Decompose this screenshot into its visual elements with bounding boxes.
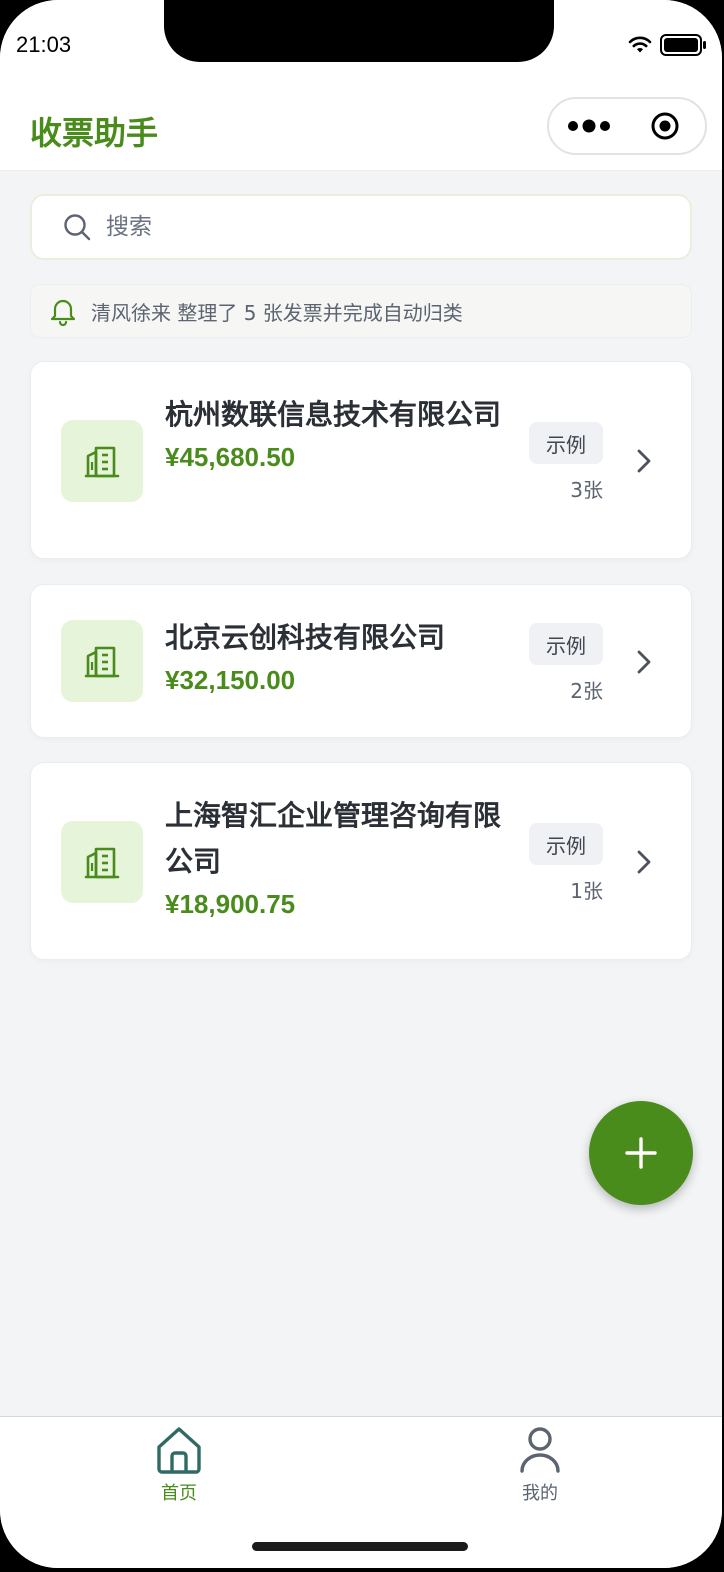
notch xyxy=(164,0,554,62)
invoice-count: 3张 xyxy=(570,478,603,502)
status-icons xyxy=(628,34,708,56)
home-indicator xyxy=(252,1542,468,1551)
company-card[interactable]: 北京云创科技有限公司 ¥32,150.00 示例 2张 xyxy=(30,584,692,738)
add-invoice-button[interactable] xyxy=(589,1101,693,1205)
bell-icon xyxy=(50,299,76,326)
building-icon xyxy=(84,847,120,879)
chevron-right-icon xyxy=(637,449,651,473)
wifi-icon xyxy=(628,36,652,53)
company-icon-box xyxy=(61,420,143,502)
invoice-count: 2张 xyxy=(570,679,603,703)
notice-text: 清风徐来 整理了 5 张发票并完成自动归类 xyxy=(91,300,463,325)
status-bar: 21:03 xyxy=(0,0,722,84)
nav-bar: 收票助手 xyxy=(0,84,722,171)
status-time: 21:03 xyxy=(16,32,72,57)
company-name: 上海智汇企业管理咨询有限公司 xyxy=(165,799,502,878)
notice-bar: 清风徐来 整理了 5 张发票并完成自动归类 xyxy=(30,284,692,338)
tab-home[interactable]: 首页 xyxy=(119,1425,239,1505)
search-icon xyxy=(64,214,91,241)
sample-tag: 示例 xyxy=(529,623,603,665)
user-icon xyxy=(520,1427,560,1473)
tab-home-label: 首页 xyxy=(161,1483,197,1504)
building-icon xyxy=(84,446,120,478)
search-bar[interactable] xyxy=(30,194,692,260)
chevron-right-icon xyxy=(637,850,651,874)
chevron-right-icon xyxy=(637,650,651,674)
close-target-icon[interactable] xyxy=(651,112,679,140)
more-dots-icon[interactable] xyxy=(567,114,613,138)
sample-tag: 示例 xyxy=(529,422,603,464)
sample-tag: 示例 xyxy=(529,823,603,865)
company-icon-box xyxy=(61,821,143,903)
company-info: 上海智汇企业管理咨询有限公司 ¥18,900.75 xyxy=(165,793,505,920)
company-info: 北京云创科技有限公司 ¥32,150.00 xyxy=(165,615,505,696)
search-input[interactable] xyxy=(104,213,608,241)
company-amount: ¥18,900.75 xyxy=(165,889,296,919)
company-name: 杭州数联信息技术有限公司 xyxy=(165,398,502,431)
plus-icon xyxy=(625,1137,657,1169)
tab-mine-label: 我的 xyxy=(522,1483,558,1504)
page-title: 收票助手 xyxy=(30,114,159,152)
home-icon xyxy=(157,1427,201,1474)
company-amount: ¥32,150.00 xyxy=(165,665,296,695)
company-card[interactable]: 杭州数联信息技术有限公司 ¥45,680.50 示例 3张 xyxy=(30,361,692,559)
tab-mine[interactable]: 我的 xyxy=(480,1425,600,1505)
mini-program-capsule xyxy=(547,97,707,155)
building-icon xyxy=(84,646,120,678)
company-icon-box xyxy=(61,620,143,702)
invoice-count: 1张 xyxy=(570,879,603,903)
company-card[interactable]: 上海智汇企业管理咨询有限公司 ¥18,900.75 示例 1张 xyxy=(30,762,692,960)
battery-icon xyxy=(660,34,706,56)
company-amount: ¥45,680.50 xyxy=(165,442,296,472)
phone-screen: 21:03 收票助手 搜索 清风徐来 整理了 5 张发票并完成自动归类 杭州数联… xyxy=(0,0,722,1568)
company-info: 杭州数联信息技术有限公司 ¥45,680.50 xyxy=(165,392,505,473)
company-name: 北京云创科技有限公司 xyxy=(165,621,446,654)
